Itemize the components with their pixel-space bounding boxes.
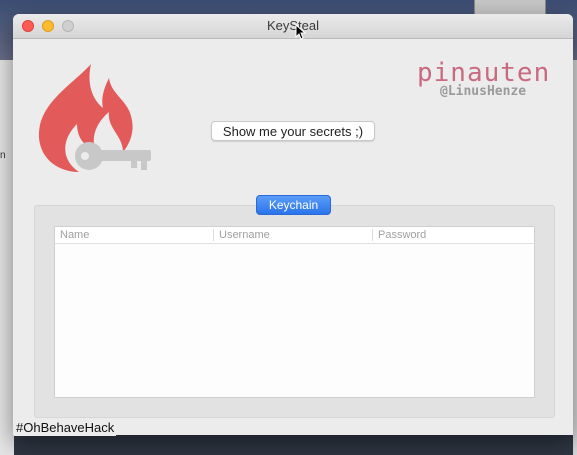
background-window-edge-right [573,60,577,455]
brand-handle: @LinusHenze [440,84,527,99]
keychain-tab-button[interactable]: Keychain [256,195,331,215]
window-title: KeySteal [266,18,320,33]
mouse-cursor-icon [295,24,306,40]
keychain-table[interactable]: Name Username Password [54,226,535,398]
app-window: KeySteal pinauten @LinusHenze Show me yo… [13,14,573,435]
title-bar[interactable]: KeySteal [13,14,573,40]
background-window-text: n [0,150,6,161]
column-header-name[interactable]: Name [60,229,89,241]
hashtag-overlay: #OhBehaveHack [14,420,117,436]
table-header: Name Username Password [55,227,534,244]
column-header-username[interactable]: Username [213,229,270,241]
column-header-password[interactable]: Password [372,229,426,241]
flame-key-logo-icon [38,64,151,172]
show-secrets-button[interactable]: Show me your secrets ;) [211,121,375,141]
desktop-thumbnail [474,0,546,15]
background-window-edge: n [0,60,14,455]
